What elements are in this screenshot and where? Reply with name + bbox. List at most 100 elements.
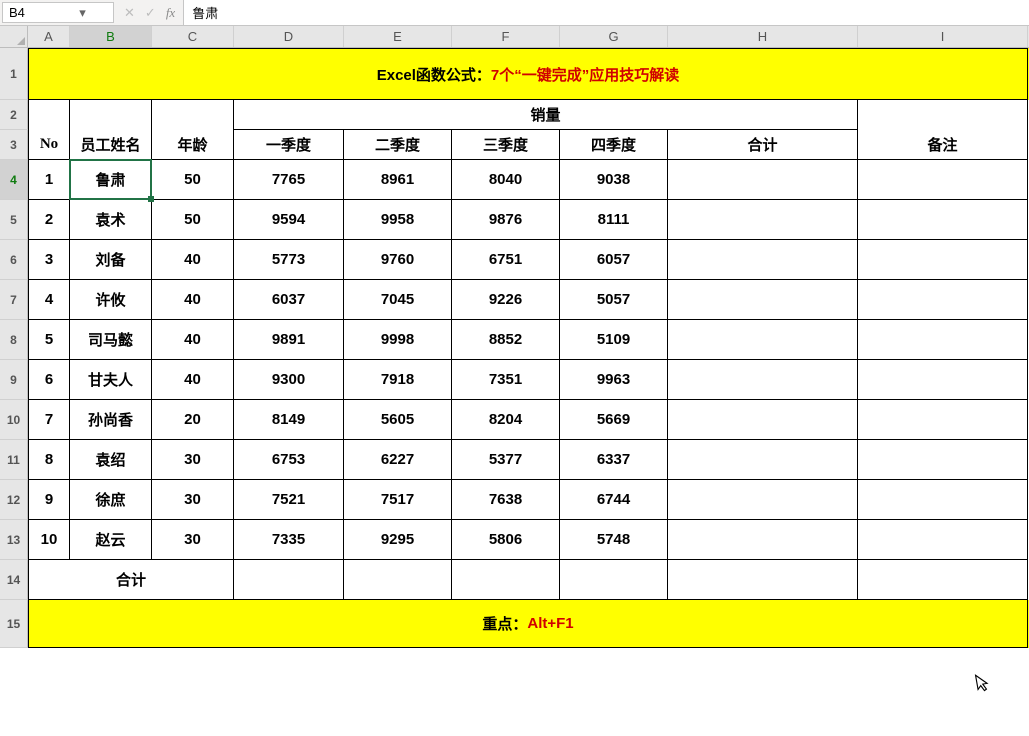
- cell-no[interactable]: 1: [28, 160, 70, 200]
- cell-q4[interactable]: 6057: [560, 240, 668, 280]
- cell-no[interactable]: 9: [28, 480, 70, 520]
- row-header-8[interactable]: 8: [0, 320, 28, 360]
- cell-name[interactable]: 许攸: [70, 280, 152, 320]
- cell-q2[interactable]: 6227: [344, 440, 452, 480]
- header-sales[interactable]: 销量: [234, 100, 858, 130]
- cell-q4[interactable]: 5109: [560, 320, 668, 360]
- cell-q4[interactable]: 6744: [560, 480, 668, 520]
- fx-icon[interactable]: fx: [166, 5, 175, 21]
- header-q1[interactable]: 一季度: [234, 130, 344, 160]
- header-name[interactable]: 员工姓名: [70, 130, 152, 160]
- cell-total[interactable]: [668, 480, 858, 520]
- cell-name[interactable]: 袁术: [70, 200, 152, 240]
- cell-q4[interactable]: 9038: [560, 160, 668, 200]
- header-remark[interactable]: 备注: [858, 130, 1028, 160]
- col-header-C[interactable]: C: [152, 26, 234, 47]
- sum-q1[interactable]: [234, 560, 344, 600]
- cell-no[interactable]: 10: [28, 520, 70, 560]
- row-header-7[interactable]: 7: [0, 280, 28, 320]
- col-header-G[interactable]: G: [560, 26, 668, 47]
- cell-age[interactable]: 30: [152, 520, 234, 560]
- col-header-D[interactable]: D: [234, 26, 344, 47]
- cell-age[interactable]: 40: [152, 360, 234, 400]
- cell-q1[interactable]: 5773: [234, 240, 344, 280]
- cell-q3[interactable]: 5806: [452, 520, 560, 560]
- cell-remark[interactable]: [858, 280, 1028, 320]
- formula-input[interactable]: 鲁肃: [183, 0, 1029, 25]
- row-header-5[interactable]: 5: [0, 200, 28, 240]
- accept-icon[interactable]: ✓: [145, 5, 156, 21]
- cell-q1[interactable]: 9594: [234, 200, 344, 240]
- name-box-dropdown-icon[interactable]: ▾: [58, 5, 107, 21]
- row-header-2[interactable]: 2: [0, 100, 28, 130]
- cell-q4[interactable]: 8111: [560, 200, 668, 240]
- cell-q4[interactable]: 5057: [560, 280, 668, 320]
- cell-q2[interactable]: 9295: [344, 520, 452, 560]
- name-box[interactable]: B4 ▾: [2, 2, 114, 23]
- cell-q2[interactable]: 8961: [344, 160, 452, 200]
- sum-q4[interactable]: [560, 560, 668, 600]
- title-cell[interactable]: Excel函数公式：7个“一键完成”应用技巧解读: [28, 48, 1028, 100]
- header-name-top[interactable]: [70, 100, 152, 130]
- header-no[interactable]: No: [28, 130, 70, 160]
- row-header-11[interactable]: 11: [0, 440, 28, 480]
- cell-total[interactable]: [668, 280, 858, 320]
- header-age-top[interactable]: [152, 100, 234, 130]
- header-no-top[interactable]: [28, 100, 70, 130]
- cell-q3[interactable]: 7638: [452, 480, 560, 520]
- cell-remark[interactable]: [858, 400, 1028, 440]
- cell-remark[interactable]: [858, 240, 1028, 280]
- row-header-10[interactable]: 10: [0, 400, 28, 440]
- row-header-9[interactable]: 9: [0, 360, 28, 400]
- cell-age[interactable]: 40: [152, 240, 234, 280]
- cell-q3[interactable]: 5377: [452, 440, 560, 480]
- row-header-14[interactable]: 14: [0, 560, 28, 600]
- col-header-A[interactable]: A: [28, 26, 70, 47]
- header-q3[interactable]: 三季度: [452, 130, 560, 160]
- cell-remark[interactable]: [858, 520, 1028, 560]
- cell-no[interactable]: 8: [28, 440, 70, 480]
- cell-total[interactable]: [668, 400, 858, 440]
- cell-total[interactable]: [668, 360, 858, 400]
- cell-q1[interactable]: 7765: [234, 160, 344, 200]
- cell-q1[interactable]: 6037: [234, 280, 344, 320]
- footer-cell[interactable]: 重点：Alt+F1: [28, 600, 1028, 648]
- cell-q3[interactable]: 8852: [452, 320, 560, 360]
- cell-no[interactable]: 4: [28, 280, 70, 320]
- cell-remark[interactable]: [858, 440, 1028, 480]
- cancel-icon[interactable]: ✕: [124, 5, 135, 21]
- cell-q3[interactable]: 9876: [452, 200, 560, 240]
- sum-remark[interactable]: [858, 560, 1028, 600]
- header-q4[interactable]: 四季度: [560, 130, 668, 160]
- cell-q4[interactable]: 5748: [560, 520, 668, 560]
- cell-name[interactable]: 刘备: [70, 240, 152, 280]
- cell-name[interactable]: 孙尚香: [70, 400, 152, 440]
- cell-no[interactable]: 2: [28, 200, 70, 240]
- header-total[interactable]: 合计: [668, 130, 858, 160]
- cell-q1[interactable]: 9300: [234, 360, 344, 400]
- select-all-corner[interactable]: [0, 26, 28, 47]
- row-header-15[interactable]: 15: [0, 600, 28, 648]
- col-header-E[interactable]: E: [344, 26, 452, 47]
- cell-q2[interactable]: 5605: [344, 400, 452, 440]
- cell-age[interactable]: 40: [152, 320, 234, 360]
- cell-age[interactable]: 50: [152, 160, 234, 200]
- cell-no[interactable]: 7: [28, 400, 70, 440]
- cell-q4[interactable]: 9963: [560, 360, 668, 400]
- sum-q3[interactable]: [452, 560, 560, 600]
- col-header-H[interactable]: H: [668, 26, 858, 47]
- header-q2[interactable]: 二季度: [344, 130, 452, 160]
- cell-remark[interactable]: [858, 200, 1028, 240]
- row-header-1[interactable]: 1: [0, 48, 28, 100]
- cell-q1[interactable]: 7521: [234, 480, 344, 520]
- sum-total[interactable]: [668, 560, 858, 600]
- cell-q1[interactable]: 7335: [234, 520, 344, 560]
- cell-q1[interactable]: 6753: [234, 440, 344, 480]
- cell-no[interactable]: 6: [28, 360, 70, 400]
- cell-q3[interactable]: 6751: [452, 240, 560, 280]
- cell-total[interactable]: [668, 200, 858, 240]
- row-header-6[interactable]: 6: [0, 240, 28, 280]
- row-header-3[interactable]: 3: [0, 130, 28, 160]
- header-remark-top[interactable]: [858, 100, 1028, 130]
- cell-age[interactable]: 30: [152, 440, 234, 480]
